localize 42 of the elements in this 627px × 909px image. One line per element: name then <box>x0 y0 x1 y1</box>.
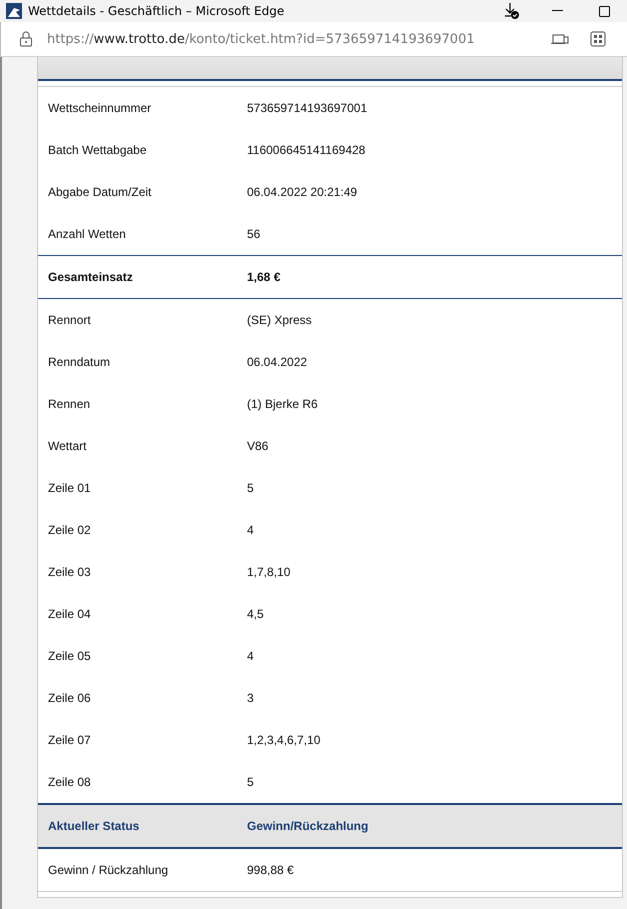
row-value: 573659714193697001 <box>247 101 368 115</box>
row-value: V86 <box>247 439 268 453</box>
row-label: Wettscheinnummer <box>47 101 152 115</box>
row-value: 4 <box>247 523 254 537</box>
row-value: 1,2,3,4,6,7,10 <box>247 733 320 747</box>
row-value: 06.04.2022 <box>247 355 308 369</box>
row-value: 1,68 € <box>247 270 280 284</box>
row-label: Aktueller Status <box>47 819 140 833</box>
row-value: Gewinn/Rückzahlung <box>247 819 368 833</box>
row-label: Zeile 07 <box>47 733 92 747</box>
row-value: 5 <box>247 481 254 495</box>
row-label: Rennen <box>47 397 92 411</box>
row-label: Abgabe Datum/Zeit <box>47 185 152 199</box>
row-label: Zeile 03 <box>47 565 92 579</box>
row-label: Zeile 06 <box>47 691 92 705</box>
row-label: Zeile 04 <box>47 607 92 621</box>
row-label: Renndatum <box>47 355 112 369</box>
row-value: 4 <box>247 649 254 663</box>
row-label: Gewinn / Rückzahlung <box>47 863 170 877</box>
row-value: 5 <box>247 775 254 789</box>
row-value: 1,7,8,10 <box>247 565 290 579</box>
row-label: Gesamteinsatz <box>47 270 134 284</box>
row-value: 3 <box>247 691 254 705</box>
row-value: (SE) Xpress <box>247 313 312 327</box>
row-value: 06.04.2022 20:21:49 <box>247 185 358 199</box>
row-value: 998,88 € <box>247 863 294 877</box>
row-label: Batch Wettabgabe <box>47 143 148 157</box>
row-value: 4,5 <box>247 607 264 621</box>
site-logo-icon <box>6 3 22 19</box>
row-label: Zeile 05 <box>47 649 92 663</box>
row-value: 116006645141169428 <box>247 143 366 157</box>
row-label: Zeile 08 <box>47 775 92 789</box>
grid-icon[interactable] <box>589 31 607 47</box>
row-label: Wettart <box>47 439 88 453</box>
lock-icon[interactable] <box>19 31 33 47</box>
row-value: 56 <box>247 227 260 241</box>
row-label: Rennort <box>47 313 92 327</box>
window-title: Wettdetails - Geschäftlich – Microsoft Edge <box>28 4 286 18</box>
row-value: (1) Bjerke R6 <box>247 397 318 411</box>
row-label: Anzahl Wetten <box>47 227 127 241</box>
row-label: Zeile 01 <box>47 481 92 495</box>
row-label: Zeile 02 <box>47 523 92 537</box>
